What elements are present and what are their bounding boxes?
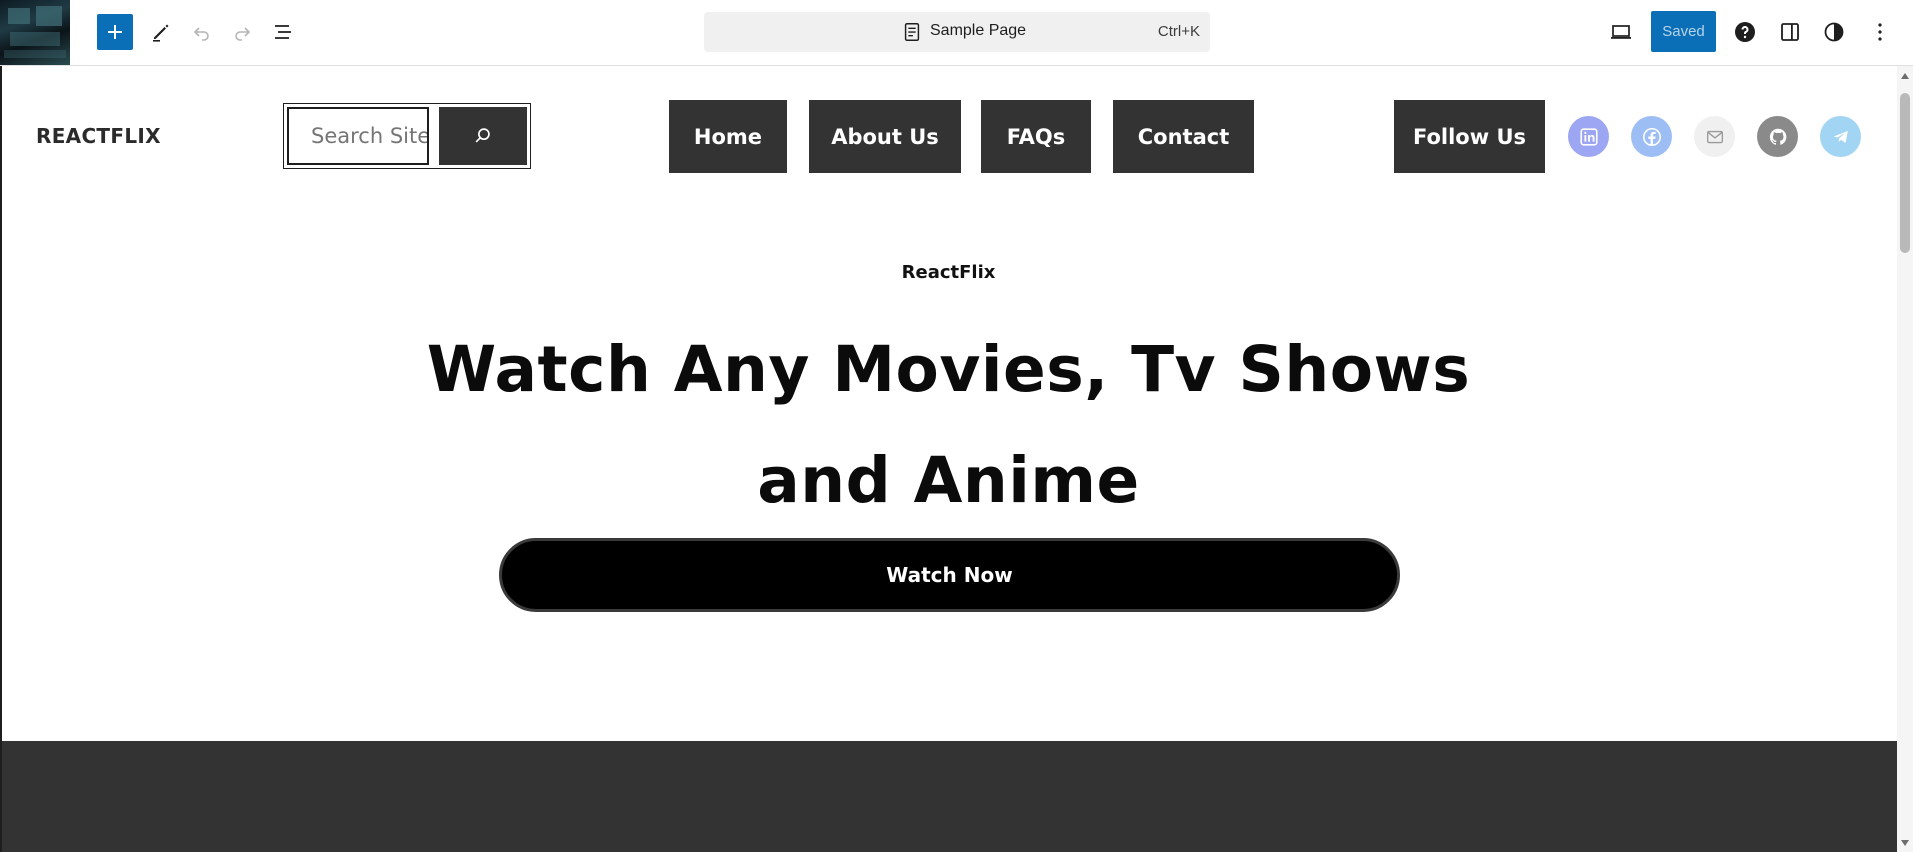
list-view-icon	[275, 25, 291, 39]
options-button[interactable]	[1862, 14, 1898, 50]
nav-home[interactable]: Home	[669, 100, 787, 173]
undo-button[interactable]	[184, 14, 220, 50]
command-palette-bar[interactable]: Sample Page Ctrl+K	[704, 12, 1210, 52]
nav-faqs[interactable]: FAQs	[981, 100, 1091, 173]
scroll-up-arrow-icon[interactable]	[1901, 73, 1909, 79]
pencil-icon	[153, 24, 169, 42]
nav-contact[interactable]: Contact	[1113, 100, 1254, 173]
redo-icon	[235, 27, 251, 41]
dark-section	[2, 741, 1897, 852]
desktop-icon	[1611, 25, 1631, 39]
keyboard-shortcut: Ctrl+K	[1157, 23, 1200, 40]
github-link[interactable]	[1757, 116, 1798, 157]
watch-now-button[interactable]: Watch Now	[499, 538, 1400, 612]
sidebar-icon	[1781, 23, 1799, 41]
preview-device-button[interactable]	[1603, 14, 1639, 50]
help-button[interactable]	[1727, 14, 1763, 50]
edit-tool-button[interactable]	[143, 14, 179, 50]
linkedin-link[interactable]	[1568, 116, 1609, 157]
hero-eyebrow: ReactFlix	[901, 262, 996, 283]
add-block-button[interactable]	[97, 14, 133, 50]
editor-canvas: REACTFLIX Home About Us FAQs Contact Fol…	[0, 66, 1897, 852]
plus-icon	[108, 25, 122, 39]
scrollbar-thumb[interactable]	[1900, 93, 1910, 253]
hero-title: Watch Any Movies, Tv Shows and Anime	[426, 333, 1471, 517]
site-logo[interactable]: REACTFLIX	[36, 124, 161, 148]
settings-sidebar-button[interactable]	[1772, 14, 1808, 50]
redo-button[interactable]	[224, 14, 260, 50]
search-input[interactable]	[287, 107, 429, 165]
search-icon	[475, 128, 490, 143]
page-icon	[904, 23, 920, 41]
styles-button[interactable]	[1816, 14, 1852, 50]
email-link[interactable]	[1694, 116, 1735, 157]
document-overview-button[interactable]	[265, 14, 301, 50]
search-button[interactable]	[439, 107, 527, 165]
undo-icon	[193, 27, 209, 41]
follow-us-button[interactable]: Follow Us	[1394, 100, 1545, 173]
nav-about-us[interactable]: About Us	[809, 100, 961, 173]
document-title: Sample Page	[930, 22, 1027, 39]
telegram-link[interactable]	[1820, 116, 1861, 157]
scroll-down-arrow-icon[interactable]	[1901, 840, 1909, 846]
github-icon	[1769, 128, 1786, 145]
site-icon[interactable]	[0, 0, 70, 65]
help-icon	[1735, 22, 1755, 42]
canvas-scrollbar[interactable]	[1897, 66, 1913, 852]
mail-icon	[1706, 130, 1723, 143]
facebook-link[interactable]	[1631, 116, 1672, 157]
editor-toolbar: Sample Page Ctrl+K Saved	[0, 0, 1913, 66]
search-form	[283, 103, 531, 169]
telegram-icon	[1833, 130, 1848, 143]
linkedin-icon	[1579, 127, 1598, 146]
facebook-icon	[1642, 127, 1661, 146]
saved-button[interactable]: Saved	[1651, 11, 1716, 52]
more-vertical-icon	[1878, 23, 1882, 41]
contrast-icon	[1824, 22, 1844, 42]
